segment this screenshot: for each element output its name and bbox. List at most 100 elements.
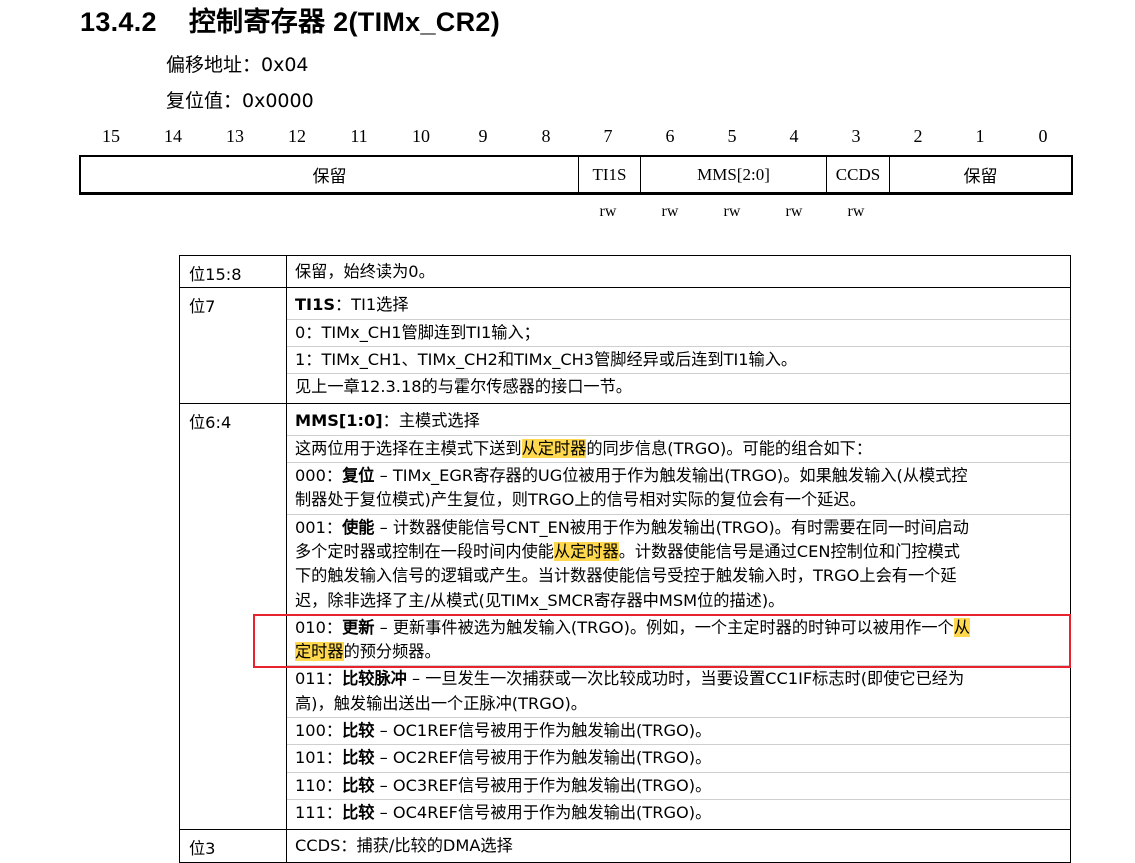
- text: – TIMx_EGR寄存器的UG位被用于作为触发输出(TRGO)。如果触发输入(…: [374, 466, 968, 486]
- description-line: 下的触发输入信号的逻辑或产生。当计数器使能信号受控于触发输入时，TRGO上会有一…: [295, 566, 957, 586]
- bit-number: 1: [975, 126, 985, 146]
- text: – 计数器使能信号CNT_EN被用于作为触发输出(TRGO)。有时需要在同一时间…: [374, 517, 969, 537]
- mode-name: 比较: [342, 802, 375, 822]
- bit-number: 8: [541, 126, 551, 146]
- bit-range: 位6:4: [179, 403, 287, 831]
- access-type: rw: [661, 203, 679, 220]
- bit-range: 位3: [179, 829, 287, 863]
- mode-code: 001：: [295, 517, 343, 537]
- bit-description: TI1S：TI1选择 0：TIMx_CH1管脚连到TI1输入； 1：TIMx_C…: [286, 287, 1071, 405]
- access-type: rw: [723, 203, 741, 220]
- mode-001: 001：使能 – 计数器使能信号CNT_EN被用于作为触发输出(TRGO)。有时…: [287, 513, 1070, 614]
- bit-number: 4: [789, 126, 799, 146]
- text: 的同步信息(TRGO)。可能的组合如下：: [586, 438, 873, 458]
- description-line: 高)，触发输出送出一个正脉冲(TRGO)。: [295, 693, 587, 713]
- bit-number: 14: [164, 126, 182, 146]
- bit-number: 7: [603, 126, 613, 146]
- text: – 更新事件被选为触发输入(TRGO)。例如，一个主定时器的时钟可以被用作一个: [374, 617, 954, 637]
- table-row: 位15:8 保留，始终读为0。: [179, 254, 1071, 289]
- section-title: 13.4.2 控制寄存器 2(TIMx_CR2): [80, 0, 500, 39]
- mode-000: 000：复位 – TIMx_EGR寄存器的UG位被用于作为触发输出(TRGO)。…: [287, 462, 1070, 514]
- bit-number: 13: [226, 126, 244, 146]
- field-reserved-high: 保留: [312, 167, 347, 186]
- bit-number: 3: [851, 126, 861, 146]
- description-para: 见上一章12.3.18的与霍尔传感器的接口一节。: [287, 373, 1070, 400]
- field-name: TI1S: [295, 295, 335, 315]
- mode-110: 110：比较 – OC3REF信号被用于作为触发输出(TRGO)。: [287, 771, 1070, 799]
- mode-code: 110：: [295, 775, 343, 795]
- mode-010: 010：更新 – 更新事件被选为触发输入(TRGO)。例如，一个主定时器的时钟可…: [287, 613, 1070, 666]
- highlighted-term: 从定时器: [521, 438, 587, 458]
- bit-number: 11: [350, 126, 368, 146]
- description-line: 0：TIMx_CH1管脚连到TI1输入；: [295, 322, 540, 342]
- bit-description: CCDS：捕获/比较的DMA选择: [286, 829, 1071, 863]
- mode-name: 比较: [342, 721, 375, 741]
- text: 。计数器使能信号是通过CEN控制位和门控模式: [618, 541, 960, 561]
- section-number: 13.4.2: [80, 7, 157, 37]
- mode-name: 使能: [342, 517, 375, 537]
- mode-code: 000：: [295, 466, 343, 486]
- mode-name: 复位: [342, 466, 375, 486]
- bit-description: MMS[1:0]：主模式选择 这两位用于选择在主模式下送到从定时器的同步信息(T…: [286, 403, 1071, 831]
- description-line: 迟，除非选择了主/从模式(见TIMx_SMCR寄存器中MSM位的描述)。: [295, 590, 785, 610]
- bit-description: 保留，始终读为0。: [286, 254, 1071, 289]
- mode-code: 101：: [295, 748, 343, 768]
- table-row: 位3 CCDS：捕获/比较的DMA选择: [179, 829, 1071, 863]
- text: 这两位用于选择在主模式下送到: [295, 438, 522, 458]
- offset-address: 偏移地址：0x04: [166, 54, 309, 76]
- text: – OC2REF信号被用于作为触发输出(TRGO)。: [374, 748, 712, 768]
- bit-number: 2: [913, 126, 923, 146]
- bit-number: 6: [665, 126, 675, 146]
- description-line: 制器处于复位模式)产生复位，则TRGO上的信号相对实际的复位会有一个延迟。: [295, 490, 866, 510]
- access-type: rw: [847, 203, 865, 220]
- bit-range: 位7: [179, 287, 287, 405]
- description-para: 1：TIMx_CH1、TIMx_CH2和TIMx_CH3管脚经异或后连到TI1输…: [287, 345, 1070, 373]
- field-summary: ：主模式选择: [382, 411, 480, 431]
- access-row: rw rw rw rw rw: [80, 203, 1074, 223]
- text: – OC4REF信号被用于作为触发输出(TRGO)。: [374, 802, 712, 822]
- field-ccds: CCDS: [826, 157, 889, 192]
- description-line: 见上一章12.3.18的与霍尔传感器的接口一节。: [295, 377, 632, 397]
- description-para: TI1S：TI1选择: [287, 292, 1070, 318]
- text: 多个定时器或控制在一段时间内使能: [295, 541, 554, 561]
- bit-number: 10: [412, 126, 430, 146]
- access-type: rw: [785, 203, 803, 220]
- text: – OC3REF信号被用于作为触发输出(TRGO)。: [374, 775, 712, 795]
- access-type: rw: [599, 203, 617, 220]
- bit-number: 15: [102, 126, 120, 146]
- bit-number: 12: [288, 126, 306, 146]
- description-para: 这两位用于选择在主模式下送到从定时器的同步信息(TRGO)。可能的组合如下：: [287, 434, 1070, 462]
- description-para: MMS[1:0]：主模式选择: [287, 408, 1070, 434]
- mode-name: 更新: [342, 617, 375, 637]
- highlighted-term: 从: [953, 617, 970, 637]
- mode-name: 比较: [342, 748, 375, 768]
- bit-number: 0: [1038, 126, 1048, 146]
- text: 的预分频器。: [343, 642, 441, 662]
- register-layout: 保留 TI1S MMS[2:0] CCDS 保留: [79, 155, 1073, 195]
- field-summary: ：TI1选择: [335, 295, 409, 315]
- field-ti1s: TI1S: [578, 157, 640, 192]
- bit-description-table: 位15:8 保留，始终读为0。 位7 TI1S：TI1选择 0：TIMx_CH1…: [179, 254, 1071, 863]
- mode-100: 100：比较 – OC1REF信号被用于作为触发输出(TRGO)。: [287, 717, 1070, 744]
- mode-name: 比较脉冲: [342, 669, 407, 689]
- field-reserved-low: 保留: [889, 157, 1071, 192]
- highlighted-term: 从定时器: [554, 541, 619, 561]
- table-row: 位6:4 MMS[1:0]：主模式选择 这两位用于选择在主模式下送到从定时器的同…: [179, 403, 1071, 831]
- mode-011: 011：比较脉冲 – 一旦发生一次捕获或一次比较成功时，当要设置CC1IF标志时…: [287, 665, 1070, 717]
- bit-number: 9: [478, 126, 488, 146]
- description-line: 保留，始终读为0。: [295, 262, 435, 281]
- highlighted-term: 定时器: [295, 642, 344, 662]
- section-title-text: 控制寄存器 2(TIMx_CR2): [188, 7, 501, 37]
- mode-code: 011：: [295, 669, 343, 689]
- field-name: MMS[1:0]: [295, 411, 383, 431]
- mode-name: 比较: [342, 775, 375, 795]
- text: – 一旦发生一次捕获或一次比较成功时，当要设置CC1IF标志时(即使它已经为: [406, 669, 965, 689]
- mode-111: 111：比较 – OC4REF信号被用于作为触发输出(TRGO)。: [287, 798, 1070, 826]
- description-line: CCDS：捕获/比较的DMA选择: [295, 836, 513, 856]
- mode-code: 111：: [295, 802, 343, 822]
- reset-value: 复位值：0x0000: [166, 90, 314, 112]
- bit-number: 5: [727, 126, 737, 146]
- text: – OC1REF信号被用于作为触发输出(TRGO)。: [374, 721, 712, 741]
- bit-number-row: 15 14 13 12 11 10 9 8 7 6 5 4 3 2 1 0: [80, 126, 1074, 148]
- description-para: 0：TIMx_CH1管脚连到TI1输入；: [287, 318, 1070, 346]
